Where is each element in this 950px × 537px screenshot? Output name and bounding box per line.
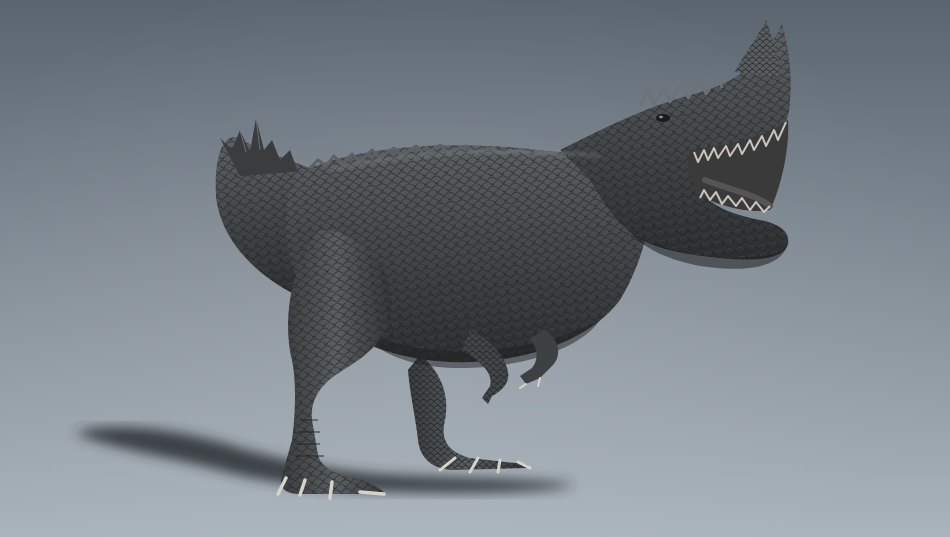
render-viewport <box>0 0 950 537</box>
dinosaur-render <box>0 0 950 537</box>
